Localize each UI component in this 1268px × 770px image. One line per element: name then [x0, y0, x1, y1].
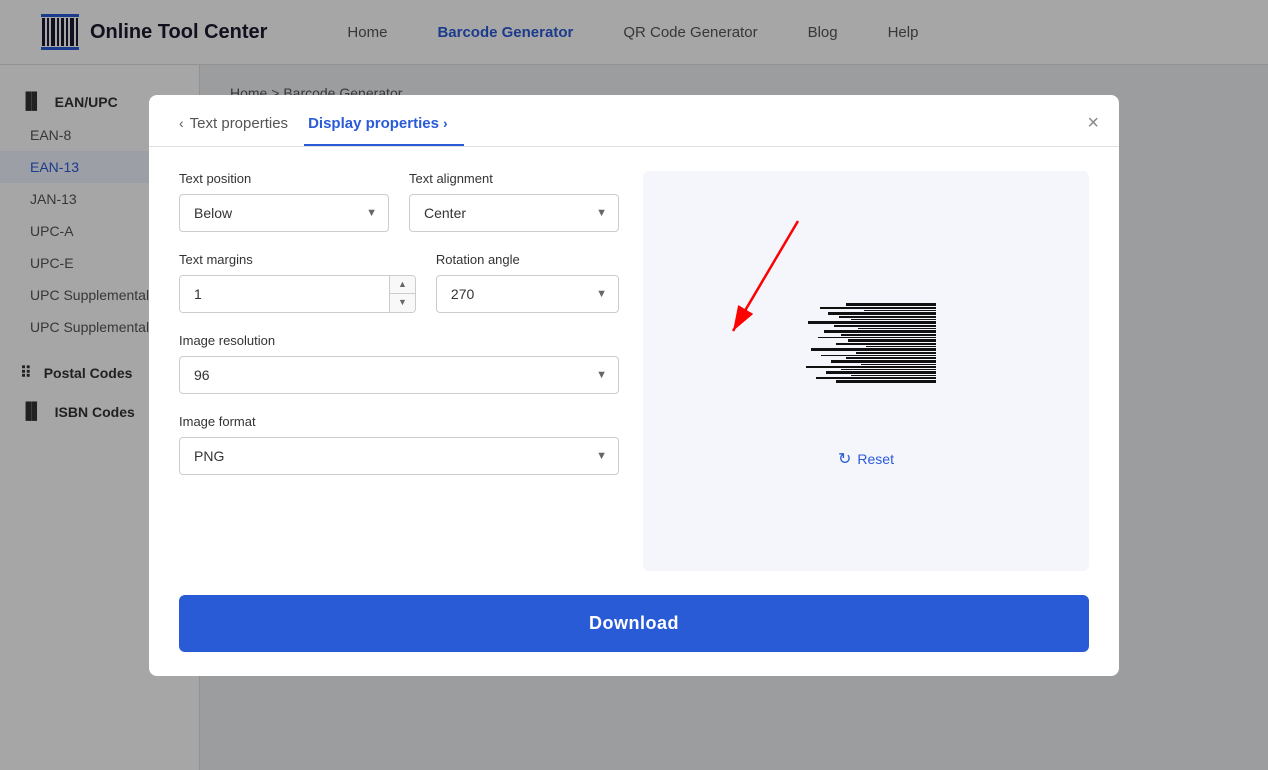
bar: [866, 346, 936, 347]
bar: [836, 380, 936, 383]
text-margins-increment[interactable]: ▲: [390, 276, 415, 295]
rotation-angle-label: Rotation angle: [436, 252, 619, 267]
bar: [851, 319, 936, 320]
bar: [856, 352, 936, 354]
form-group-text-position: Text position Below Above None ▼: [179, 171, 389, 232]
bar: [831, 360, 936, 363]
text-position-label: Text position: [179, 171, 389, 186]
modal-close-button[interactable]: ×: [1087, 113, 1099, 133]
text-alignment-select-wrapper: Center Left Right ▼: [409, 194, 619, 232]
modal-form: Text position Below Above None ▼ Text al…: [179, 171, 619, 571]
download-button[interactable]: Download: [179, 595, 1089, 652]
tab-display-properties[interactable]: Display properties ›: [304, 115, 464, 146]
bar: [846, 357, 936, 359]
tab-text-properties-label: Text properties: [190, 115, 288, 132]
tab-display-properties-label: Display properties: [308, 115, 439, 132]
reset-button[interactable]: ↻ Reset: [838, 449, 894, 469]
modal-tabs: ‹ Text properties Display properties ›: [179, 115, 1089, 146]
modal-header: ‹ Text properties Display properties › ×: [149, 95, 1119, 146]
form-group-image-format: Image format PNG SVG JPEG ▼: [179, 414, 619, 475]
bar: [841, 334, 936, 336]
bar: [834, 325, 936, 327]
image-format-label: Image format: [179, 414, 619, 429]
rotation-angle-select[interactable]: 270 0 90 180: [436, 275, 619, 313]
chevron-right-icon: ›: [443, 115, 448, 131]
bar: [828, 312, 936, 315]
reset-label: Reset: [857, 451, 894, 467]
barcode-preview-area: ↻ Reset: [643, 171, 1089, 571]
bar: [811, 348, 936, 351]
text-margins-input[interactable]: [180, 276, 389, 312]
form-row-1: Text position Below Above None ▼ Text al…: [179, 171, 619, 232]
bar: [846, 303, 936, 306]
text-position-select-wrapper: Below Above None ▼: [179, 194, 389, 232]
image-resolution-select-wrapper: 96 72 150 300 ▼: [179, 356, 619, 394]
text-position-select[interactable]: Below Above None: [179, 194, 389, 232]
bar: [864, 310, 936, 311]
tab-text-properties[interactable]: ‹ Text properties: [179, 115, 304, 146]
rotation-angle-select-wrapper: 270 0 90 180 ▼: [436, 275, 619, 313]
form-row-4: Image format PNG SVG JPEG ▼: [179, 414, 619, 475]
modal-overlay: ‹ Text properties Display properties › ×…: [0, 0, 1268, 770]
form-row-2: Text margins ▲ ▼ Rotation angle: [179, 252, 619, 313]
bar: [826, 371, 936, 374]
bar: [824, 330, 936, 333]
bar: [816, 377, 936, 379]
bar: [836, 343, 936, 345]
image-format-select-wrapper: PNG SVG JPEG ▼: [179, 437, 619, 475]
form-row-3: Image resolution 96 72 150 300 ▼: [179, 333, 619, 394]
text-margins-decrement[interactable]: ▼: [390, 294, 415, 312]
form-group-text-margins: Text margins ▲ ▼: [179, 252, 416, 313]
form-group-image-resolution: Image resolution 96 72 150 300 ▼: [179, 333, 619, 394]
modal-dialog: ‹ Text properties Display properties › ×…: [149, 95, 1119, 676]
form-group-rotation-angle: Rotation angle 270 0 90 180 ▼: [436, 252, 619, 313]
form-group-text-alignment: Text alignment Center Left Right ▼: [409, 171, 619, 232]
bar: [839, 316, 936, 318]
modal-footer: Download: [149, 595, 1119, 676]
text-alignment-label: Text alignment: [409, 171, 619, 186]
bar: [821, 355, 936, 356]
image-resolution-label: Image resolution: [179, 333, 619, 348]
bar: [851, 375, 936, 376]
barcode-image: [796, 303, 936, 383]
bar: [820, 307, 936, 309]
bar: [858, 328, 936, 329]
chevron-left-icon: ‹: [179, 115, 184, 131]
reset-icon: ↻: [838, 449, 851, 469]
bar: [806, 366, 936, 368]
text-margins-input-wrapper: ▲ ▼: [179, 275, 416, 313]
text-margins-stepper: ▲ ▼: [389, 276, 415, 312]
bar: [808, 321, 936, 324]
modal-body: Text position Below Above None ▼ Text al…: [149, 147, 1119, 595]
bar: [841, 369, 936, 370]
bar: [861, 364, 936, 365]
image-resolution-select[interactable]: 96 72 150 300: [179, 356, 619, 394]
bar: [848, 339, 936, 342]
text-alignment-select[interactable]: Center Left Right: [409, 194, 619, 232]
text-margins-label: Text margins: [179, 252, 416, 267]
image-format-select[interactable]: PNG SVG JPEG: [179, 437, 619, 475]
bar: [818, 337, 936, 338]
